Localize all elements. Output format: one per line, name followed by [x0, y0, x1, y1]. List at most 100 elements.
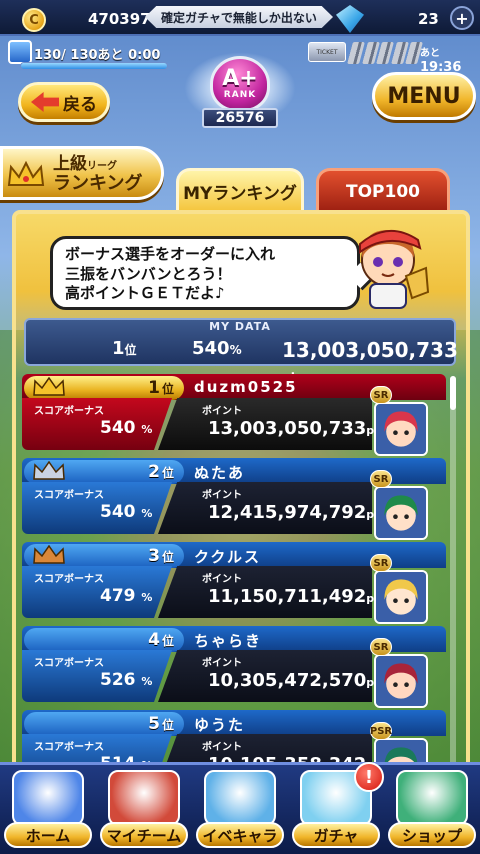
stamina-text: 130/ 130あと 0:00 — [34, 48, 161, 63]
rank-pill: 5位 — [24, 712, 184, 736]
rank-badge: A+ RANK — [210, 56, 270, 112]
speech-line: ボーナス選手をオーダーに入れ — [65, 245, 276, 263]
player-avatar[interactable] — [374, 654, 428, 708]
nav-label: マイチーム — [100, 822, 188, 848]
back-arrow-icon — [31, 92, 59, 112]
rank-pill: 4位 — [24, 628, 184, 652]
bonus-cell: スコアボーナス 479 % — [22, 566, 172, 618]
player-avatar[interactable] — [374, 570, 428, 624]
point-label: ポイント — [202, 742, 242, 753]
back-button[interactable]: 戻る — [18, 82, 110, 122]
point-value: 12,415,974,792pt — [208, 502, 380, 523]
rank-emblem[interactable]: A+ RANK 26576 — [184, 46, 296, 132]
team-icon — [108, 770, 180, 826]
league-ranking-label: ランキング — [53, 172, 143, 194]
scroll-thumb[interactable] — [450, 376, 456, 410]
nav-button-event-character[interactable]: イベキャラ — [196, 770, 284, 852]
rank-word: RANK — [223, 90, 257, 100]
player-name: duzm0525 — [194, 378, 298, 396]
nav-label: ガチャ — [292, 822, 380, 848]
nav-button-team[interactable]: マイチーム — [100, 770, 188, 852]
player-name: ぬたあ — [194, 464, 246, 482]
rarity-badge: SR — [370, 386, 392, 404]
stamina-fill — [21, 63, 167, 69]
bonus-value: 540 % — [100, 502, 153, 522]
event-character-icon — [204, 770, 276, 826]
my-data-bar: MY DATA 1位 540% 13,003,050,733 pt — [24, 318, 458, 384]
my-rank: 1位 — [112, 338, 137, 359]
rarity-badge: SR — [370, 470, 392, 488]
point-label: ポイント — [202, 574, 242, 585]
bonus-label: スコアボーナス — [34, 658, 104, 669]
my-bonus: 540% — [192, 338, 242, 359]
nav-button-shop[interactable]: ショップ — [388, 770, 476, 852]
bonus-label: スコアボーナス — [34, 490, 104, 501]
status-bar: C 470397 確定ガチャで無能しか出ない 23 + — [0, 0, 480, 36]
point-value: 10,305,472,570pt — [208, 670, 380, 691]
league-badge: 上級リーグ ランキング — [0, 146, 164, 200]
ticket-icon: TICKET — [308, 42, 346, 62]
bonus-label: スコアボーナス — [34, 742, 104, 753]
coin-count: 470397 — [88, 10, 151, 28]
home-icon — [12, 770, 84, 826]
player-name: ちゃらき — [194, 632, 263, 650]
shop-icon — [396, 770, 468, 826]
speech-line: 三振をバンバンとろう！ — [65, 264, 232, 283]
list-scrollbar[interactable] — [450, 376, 456, 772]
diamond-icon — [336, 5, 364, 33]
rarity-badge: PSR — [370, 722, 392, 740]
player-avatar[interactable] — [374, 402, 428, 456]
bonus-label: スコアボーナス — [34, 574, 104, 585]
ticket-gauge — [347, 42, 423, 64]
bonus-value: 540 % — [100, 418, 153, 438]
bonus-value: 479 % — [100, 586, 153, 606]
point-label: ポイント — [202, 658, 242, 669]
rarity-badge: SR — [370, 638, 392, 656]
add-gems-button[interactable]: + — [450, 6, 474, 30]
announcement-banner[interactable]: 確定ガチャで無能しか出ない — [145, 6, 333, 28]
speech-line: 高ポイントＧＥＴだよ♪ — [65, 284, 225, 302]
player-avatar[interactable] — [374, 486, 428, 540]
nav-button-home[interactable]: ホーム — [4, 770, 92, 852]
nav-label: イベキャラ — [196, 822, 284, 848]
crown-icon — [33, 461, 65, 480]
ranking-row[interactable]: 3 位ククルス スコアボーナス 479 % ポイント 11,150,711,492pt SR — [22, 542, 446, 624]
ranking-row[interactable]: 4 位ちゃらきスコアボーナス 526 % ポイント 10,305,472,570pt SR — [22, 626, 446, 708]
gem-count: 23 — [418, 10, 439, 28]
crown-icon — [7, 161, 45, 186]
crown-icon — [33, 377, 65, 396]
rank-score: 26576 — [202, 108, 278, 128]
ranking-row[interactable]: 1 位 duzm0525 スコアボーナス 540 % ポイント 13,003,050,733… — [22, 374, 446, 456]
rank-letter: A+ — [222, 66, 258, 91]
player-name: ゆうた — [194, 716, 246, 734]
tab-my-ranking[interactable]: MYランキング — [176, 168, 304, 212]
league-title: 上級 — [53, 154, 87, 174]
ranking-list[interactable]: 1 位 duzm0525 スコアボーナス 540 % ポイント 13,003,050,733… — [22, 374, 446, 774]
crown-icon — [33, 545, 65, 564]
back-label: 戻る — [63, 94, 97, 115]
recovery-timer: あと19:36 — [420, 48, 462, 75]
bonus-cell: スコアボーナス 526 % — [22, 650, 172, 702]
coin-icon: C — [22, 8, 46, 32]
player-name: ククルス — [194, 548, 261, 566]
mascot-character-icon — [359, 229, 430, 309]
rarity-badge: SR — [370, 554, 392, 572]
point-value: 13,003,050,733pt — [208, 418, 380, 439]
notification-badge: ! — [354, 762, 384, 792]
menu-button[interactable]: MENU — [372, 72, 476, 120]
stamina-bar — [20, 62, 168, 70]
league-subtitle: リーグ — [87, 161, 117, 172]
my-data-label: MY DATA — [209, 320, 271, 333]
point-label: ポイント — [202, 406, 242, 417]
bonus-label: スコアボーナス — [34, 406, 104, 417]
ranking-row[interactable]: 2 位ぬたあ スコアボーナス 540 % ポイント 12,415,974,792pt SR — [22, 458, 446, 540]
stamina-icon — [8, 40, 32, 64]
tab-top100[interactable]: TOP100 — [316, 168, 450, 212]
bonus-value: 526 % — [100, 670, 153, 690]
nav-label: ショップ — [388, 822, 476, 848]
speech-bubble: ボーナス選手をオーダーに入れ 三振をバンバンとろう！ 高ポイントＧＥＴだよ♪ — [50, 236, 360, 310]
nav-label: ホーム — [4, 822, 92, 848]
point-label: ポイント — [202, 490, 242, 501]
bonus-cell: スコアボーナス 540 % — [22, 482, 172, 534]
bonus-cell: スコアボーナス 540 % — [22, 398, 172, 450]
